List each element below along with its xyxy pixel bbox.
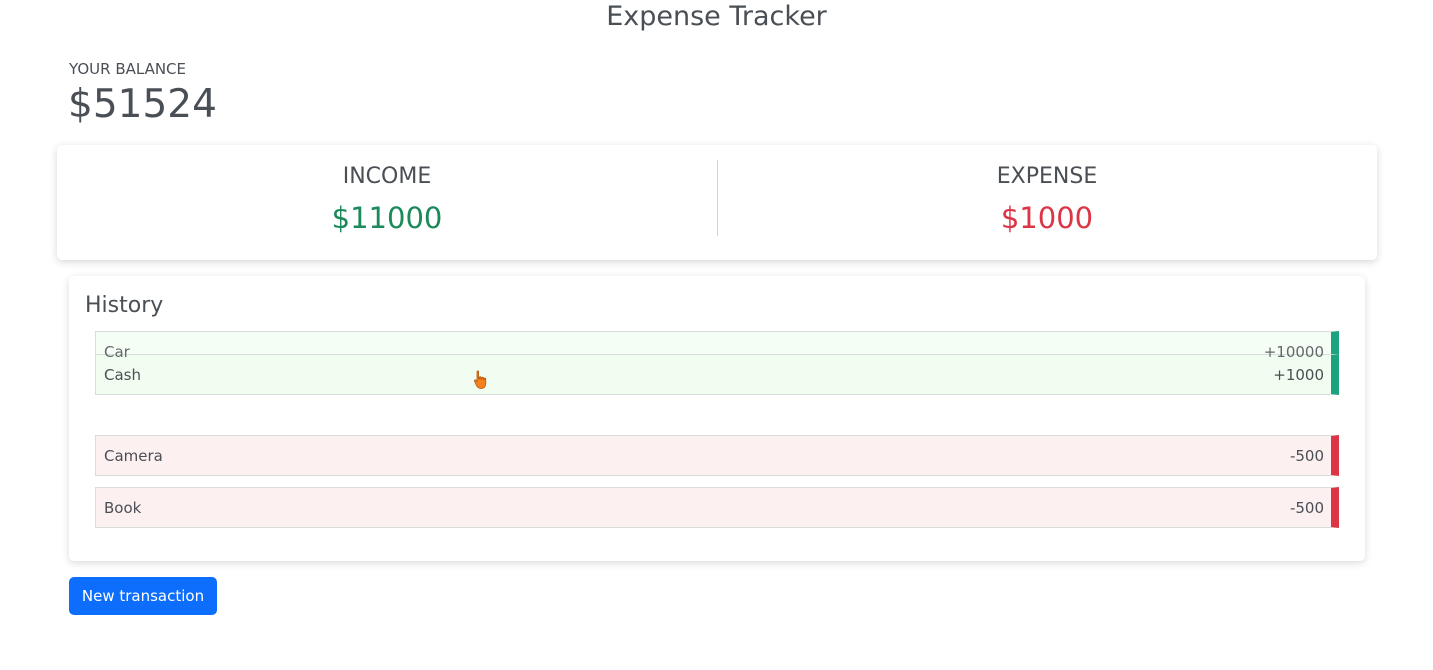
new-transaction-button[interactable]: New transaction [69,577,217,615]
expense-amount: $1000 [1000,201,1094,235]
balance-label: YOUR BALANCE [69,60,187,78]
transaction-name: Book [104,499,142,517]
transaction-name: Cash [104,366,141,384]
transaction-amount: -500 [1289,499,1324,517]
expense-label: EXPENSE [996,164,1098,189]
transaction-item-camera[interactable]: Camera -500 [95,435,1339,476]
balance-amount: $51524 [68,82,217,127]
income-summary: INCOME $11000 [57,145,717,260]
transaction-amount: +1000 [1273,366,1324,384]
transaction-item-car-dragging[interactable]: Car +10000 [95,331,1339,361]
history-title: History [85,293,164,318]
transaction-name: Car [104,343,130,361]
income-label: INCOME [342,164,432,189]
transaction-amount: +10000 [1263,343,1324,361]
transaction-item-book[interactable]: Book -500 [95,487,1339,528]
income-amount: $11000 [331,201,443,235]
expense-summary: EXPENSE $1000 [717,145,1377,260]
hand-pointer-icon [473,370,487,389]
transaction-item-cash[interactable]: Cash +1000 [95,354,1339,395]
transaction-amount: -500 [1289,447,1324,465]
page-title: Expense Tracker [606,1,827,32]
transaction-name: Camera [104,447,163,465]
history-panel: History Cash +1000 Car +10000 Camera -50… [69,276,1365,561]
income-expense-summary: INCOME $11000 EXPENSE $1000 [57,145,1377,260]
